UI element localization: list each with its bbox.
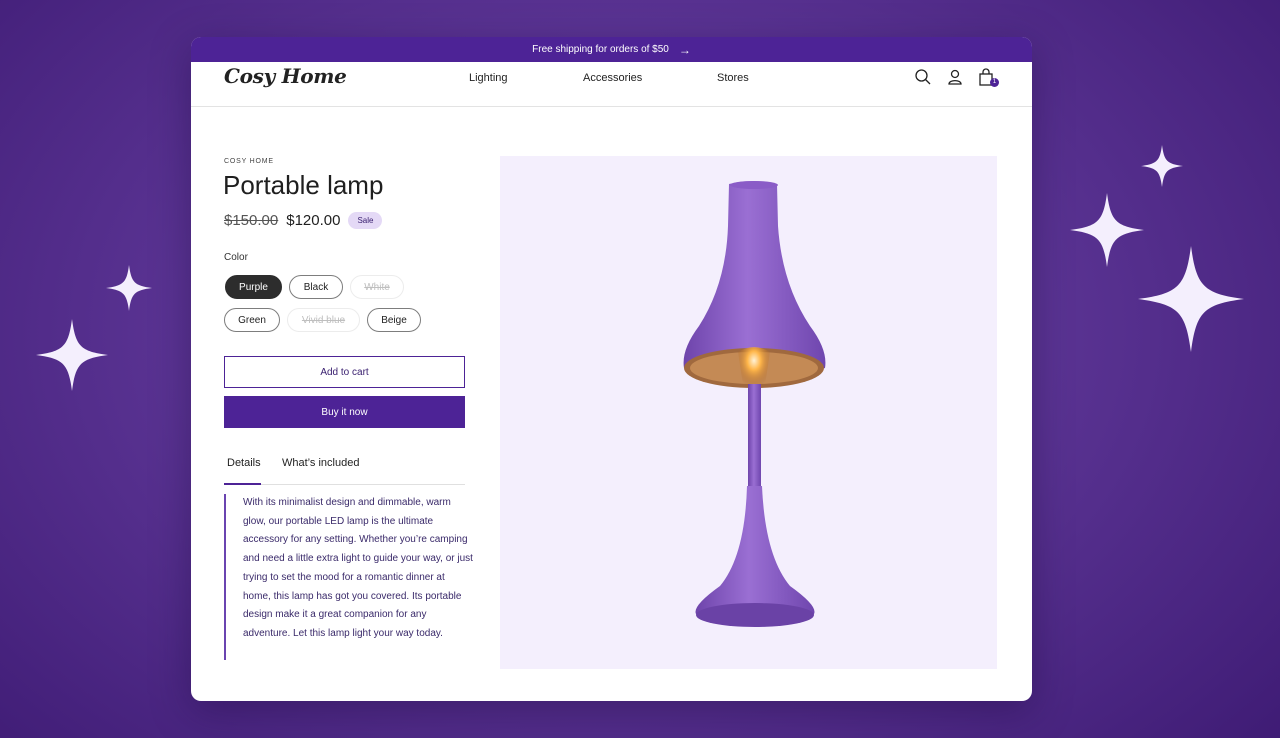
tab-details[interactable]: Details [227,457,261,469]
sparkle-icon [36,319,108,391]
color-option-black[interactable]: Black [289,275,343,299]
announcement-bar[interactable]: Free shipping for orders of $50 → [191,37,1032,62]
color-option-beige[interactable]: Beige [367,308,421,332]
nav-link-stores[interactable]: Stores [717,72,749,84]
product-image [500,156,997,669]
nav-link-lighting[interactable]: Lighting [469,72,508,84]
cart-icon[interactable]: 1 [978,68,999,87]
color-label: Color [224,252,248,263]
product-title: Portable lamp [223,170,384,200]
color-option-white[interactable]: White [350,275,404,299]
sparkle-icon [1138,246,1244,352]
price-row: $150.00 $120.00 Sale [224,212,383,229]
color-option-purple[interactable]: Purple [225,275,282,299]
account-icon[interactable] [946,68,964,86]
add-to-cart-button[interactable]: Add to cart [224,356,465,388]
product-vendor: COSY HOME [224,158,274,165]
cart-count-badge: 1 [990,78,999,87]
sparkle-icon [106,265,152,311]
sparkle-icon [1141,145,1183,187]
product-description: With its minimalist design and dimmable,… [224,494,474,660]
active-tab-indicator [224,483,261,485]
site-header: Cosy Home Lighting Accessories Stores 1 [191,62,1032,107]
color-option-green[interactable]: Green [224,308,280,332]
sparkle-icon [1070,193,1144,267]
sale-price: $120.00 [286,212,341,229]
sale-badge: Sale [348,212,383,229]
main-nav: Lighting Accessories Stores [191,72,1032,92]
color-option-vivid-blue[interactable]: Vivid blue [287,308,360,332]
search-icon[interactable] [914,68,932,86]
tab-whats-included[interactable]: What’s included [282,457,359,469]
arrow-right-icon: → [678,42,691,57]
nav-link-accessories[interactable]: Accessories [583,72,642,84]
announcement-text: Free shipping for orders of $50 [532,44,669,55]
store-window: Free shipping for orders of $50 → Cosy H… [191,37,1032,701]
lamp-image [683,181,826,627]
buy-now-button[interactable]: Buy it now [224,396,465,428]
regular-price: $150.00 [224,212,279,229]
product-tabs: Details What’s included [224,455,465,485]
